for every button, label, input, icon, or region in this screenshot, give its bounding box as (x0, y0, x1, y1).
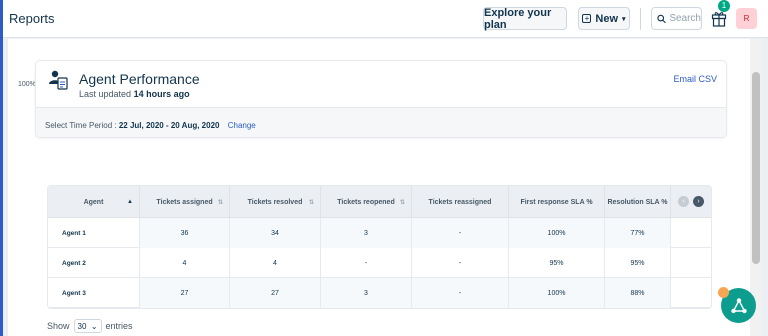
column-header-resolution-sla[interactable]: Resolution SLA % (605, 186, 671, 218)
entries-label: entries (105, 321, 133, 331)
cell-tickets-resolved: 27 (230, 278, 321, 308)
plus-icon: + (582, 14, 592, 23)
column-header-label: First response SLA % (520, 198, 593, 206)
cell-tickets-assigned: 27 (140, 278, 230, 308)
cell-first-response-sla: 95% (509, 248, 605, 278)
change-period-link[interactable]: Change (228, 121, 256, 130)
notification-badge: 1 (718, 0, 730, 12)
explore-plan-button[interactable]: Explore your plan (483, 6, 567, 31)
toolbar-divider (640, 8, 641, 30)
agent-performance-table: Agent ▲ Tickets assigned ⇅ Tickets resol… (47, 185, 712, 309)
scroll-left-icon[interactable]: ‹ (678, 196, 689, 207)
column-header-label: Tickets reopened (337, 198, 395, 206)
column-header-agent[interactable]: Agent ▲ (48, 186, 140, 218)
cell-tickets-resolved: 34 (230, 218, 321, 248)
cell-tickets-reopened: 3 (321, 278, 412, 308)
explore-plan-label: Explore your plan (484, 6, 552, 31)
cell-tickets-reassigned: - (412, 248, 509, 278)
page-size-value: 30 (77, 321, 87, 331)
scroll-right-icon[interactable]: › (693, 196, 704, 207)
page-size-select[interactable]: 30 ⌄ (73, 319, 102, 333)
page-title: Reports (9, 11, 55, 26)
new-label: New (595, 12, 619, 25)
column-header-tickets-reopened[interactable]: Tickets reopened ⇅ (321, 186, 412, 218)
column-header-tickets-resolved[interactable]: Tickets resolved ⇅ (230, 186, 321, 218)
sort-icon: ⇅ (308, 199, 314, 206)
avatar[interactable]: R (736, 8, 757, 29)
chevron-down-icon: ▾ (622, 15, 626, 23)
cell-agent: Agent 2 (48, 248, 140, 278)
page-size-control: Show 30 ⌄ entries (47, 319, 133, 333)
sort-ascending-icon: ▲ (127, 199, 133, 205)
scrollbar-thumb[interactable] (752, 72, 760, 264)
cell-resolution-sla: 95% (605, 248, 671, 278)
report-last-updated: Last updated 14 hours ago (79, 89, 190, 99)
column-header-label: Resolution SLA % (607, 198, 668, 206)
widget-notification-dot (718, 287, 729, 298)
agent-report-icon (49, 70, 68, 90)
column-header-label: Tickets assigned (156, 198, 213, 206)
cell-tickets-reassigned: - (412, 218, 509, 248)
report-card: Agent Performance Last updated 14 hours … (35, 60, 727, 138)
table-row: Agent 1 36 34 3 - 100% 77% (48, 218, 711, 248)
cell-tickets-reopened: 3 (321, 218, 412, 248)
sort-icon: ⇅ (217, 199, 223, 206)
column-scroll-controls: ‹ › (678, 196, 704, 207)
cell-resolution-sla: 88% (605, 278, 671, 308)
show-label: Show (47, 321, 70, 331)
zoom-level: 100% (18, 81, 36, 88)
cell-resolution-sla: 77% (605, 218, 671, 248)
cell-first-response-sla: 100% (509, 218, 605, 248)
column-header-label: Tickets reassigned (428, 198, 492, 206)
new-button[interactable]: + New ▾ (578, 7, 630, 30)
sort-icon: ⇅ (399, 199, 405, 206)
table-row: Agent 3 27 27 3 - 100% 88% (48, 278, 711, 308)
cell-tickets-assigned: 36 (140, 218, 230, 248)
search-input[interactable]: Search (651, 7, 702, 30)
table-row: Agent 2 4 4 - - 95% 95% (48, 248, 711, 278)
updated-prefix: Last updated (79, 89, 132, 99)
column-header-tickets-reassigned[interactable]: Tickets reassigned (412, 186, 509, 218)
updated-value: 14 hours ago (133, 89, 190, 99)
period-value: 22 Jul, 2020 - 20 Aug, 2020 (118, 121, 220, 130)
column-header-label: Tickets resolved (247, 198, 303, 206)
chevron-down-icon: ⌄ (90, 321, 98, 331)
cell-tickets-reassigned: - (412, 278, 509, 308)
search-icon (657, 14, 666, 23)
cell-tickets-resolved: 4 (230, 248, 321, 278)
time-period-bar: Select Time Period : 22 Jul, 2020 - 20 A… (36, 107, 726, 137)
column-header-label: Agent (83, 198, 104, 206)
report-title: Agent Performance (79, 71, 200, 87)
table-header: Agent ▲ Tickets assigned ⇅ Tickets resol… (48, 186, 711, 218)
search-placeholder: Search (669, 13, 701, 24)
left-accent-bar (0, 0, 3, 336)
network-icon (730, 297, 747, 313)
period-label: Select Time Period : (45, 121, 117, 130)
column-header-tickets-assigned[interactable]: Tickets assigned ⇅ (140, 186, 230, 218)
cell-tickets-assigned: 4 (140, 248, 230, 278)
cell-agent: Agent 1 (48, 218, 140, 248)
cell-tickets-reopened: - (321, 248, 412, 278)
cell-agent: Agent 3 (48, 278, 140, 308)
cell-first-response-sla: 100% (509, 278, 605, 308)
column-header-first-response-sla[interactable]: First response SLA % (509, 186, 605, 218)
email-csv-link[interactable]: Email CSV (673, 74, 717, 84)
